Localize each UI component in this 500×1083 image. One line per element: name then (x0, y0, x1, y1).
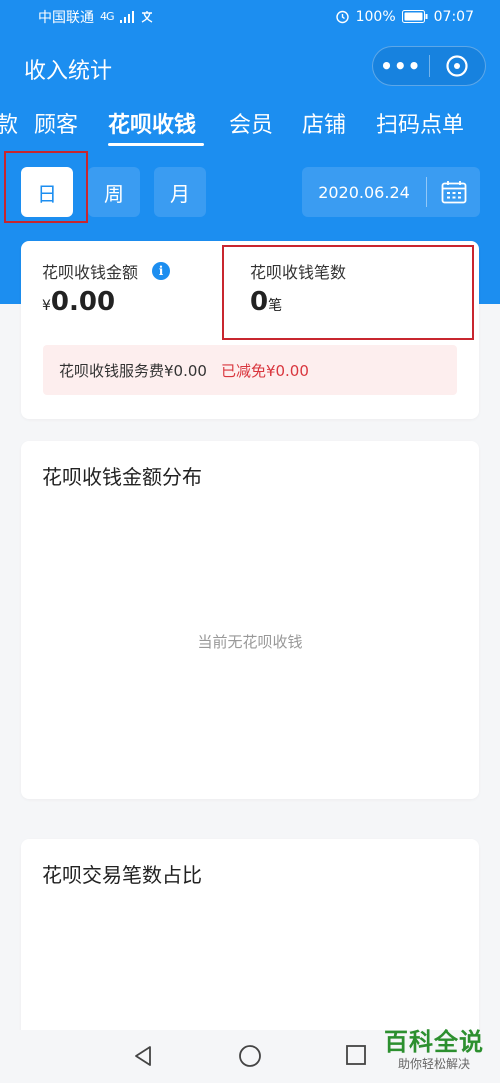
info-icon[interactable]: i (152, 262, 171, 280)
amount-value: 0.00 (50, 287, 116, 317)
carrier-name: 中国联通 (38, 9, 94, 26)
status-bar: 中国联通 4G 100% 07:07 (0, 0, 500, 33)
date-picker[interactable]: 2020.06.24 (302, 167, 480, 217)
watermark-sub: 助你轻松解决 (397, 1057, 470, 1071)
back-icon[interactable] (132, 1044, 154, 1068)
amount-label: 花呗收钱金额 (42, 263, 139, 282)
selected-date: 2020.06.24 (318, 182, 410, 202)
category-tabs: 款 顾客 花呗收钱 会员 店铺 扫码点单 (0, 101, 500, 151)
annotation-highlight-count (222, 245, 474, 340)
home-icon[interactable] (238, 1044, 262, 1068)
amount-distribution-card: 花呗收钱金额分布 当前无花呗收钱 (21, 441, 479, 799)
recents-icon[interactable] (345, 1044, 367, 1066)
watermark-logo: 百科全说 助你轻松解决 (374, 1022, 494, 1072)
tab-huabei[interactable]: 花呗收钱 (108, 107, 196, 139)
distribution-title: 花呗收钱金额分布 (42, 465, 202, 489)
active-tab-indicator (108, 143, 204, 146)
fee-discount-label: 已减免¥0.00 (220, 361, 309, 380)
currency-symbol: ¥ (42, 298, 51, 314)
tab-members[interactable]: 会员 (229, 107, 273, 139)
more-button[interactable]: ••• (373, 54, 429, 78)
close-button[interactable] (429, 54, 485, 78)
service-fee-box: 花呗收钱服务费¥0.00 已减免¥0.00 (43, 345, 457, 395)
amount-value-row: ¥ 0.00 (42, 287, 115, 317)
tab-store[interactable]: 店铺 (302, 107, 346, 139)
status-right: 100% 07:07 (335, 9, 474, 25)
alarm-icon (335, 10, 349, 24)
calendar-icon (441, 181, 466, 204)
annotation-highlight-day (4, 151, 88, 223)
clock-time: 07:07 (433, 8, 474, 25)
transactions-title: 花呗交易笔数占比 (42, 863, 202, 887)
battery-icon (401, 10, 428, 23)
mini-program-capsule: ••• (372, 46, 486, 86)
signal-icon (119, 10, 134, 23)
status-left: 中国联通 4G (38, 7, 154, 27)
calendar-button[interactable] (427, 180, 480, 204)
page-title: 收入统计 (24, 59, 113, 84)
empty-state-text: 当前无花呗收钱 (197, 633, 303, 651)
tab-customers[interactable]: 顾客 (34, 107, 78, 139)
service-fee-label: 花呗收钱服务费¥0.00 (59, 361, 207, 380)
period-week-button[interactable]: 周 (88, 167, 140, 217)
battery-percent: 100% (355, 8, 396, 25)
watermark-main: 百科全说 (384, 1028, 484, 1056)
translate-icon (141, 10, 152, 23)
period-month-button[interactable]: 月 (154, 167, 206, 217)
close-circle-icon (446, 55, 468, 77)
tab-scan-order[interactable]: 扫码点单 (376, 107, 464, 139)
amount-label-row: 花呗收钱金额 i (42, 259, 171, 283)
app-header: 收入统计 ••• (0, 33, 500, 101)
tab-partial[interactable]: 款 (0, 107, 18, 139)
network-type: 4G (100, 10, 114, 23)
